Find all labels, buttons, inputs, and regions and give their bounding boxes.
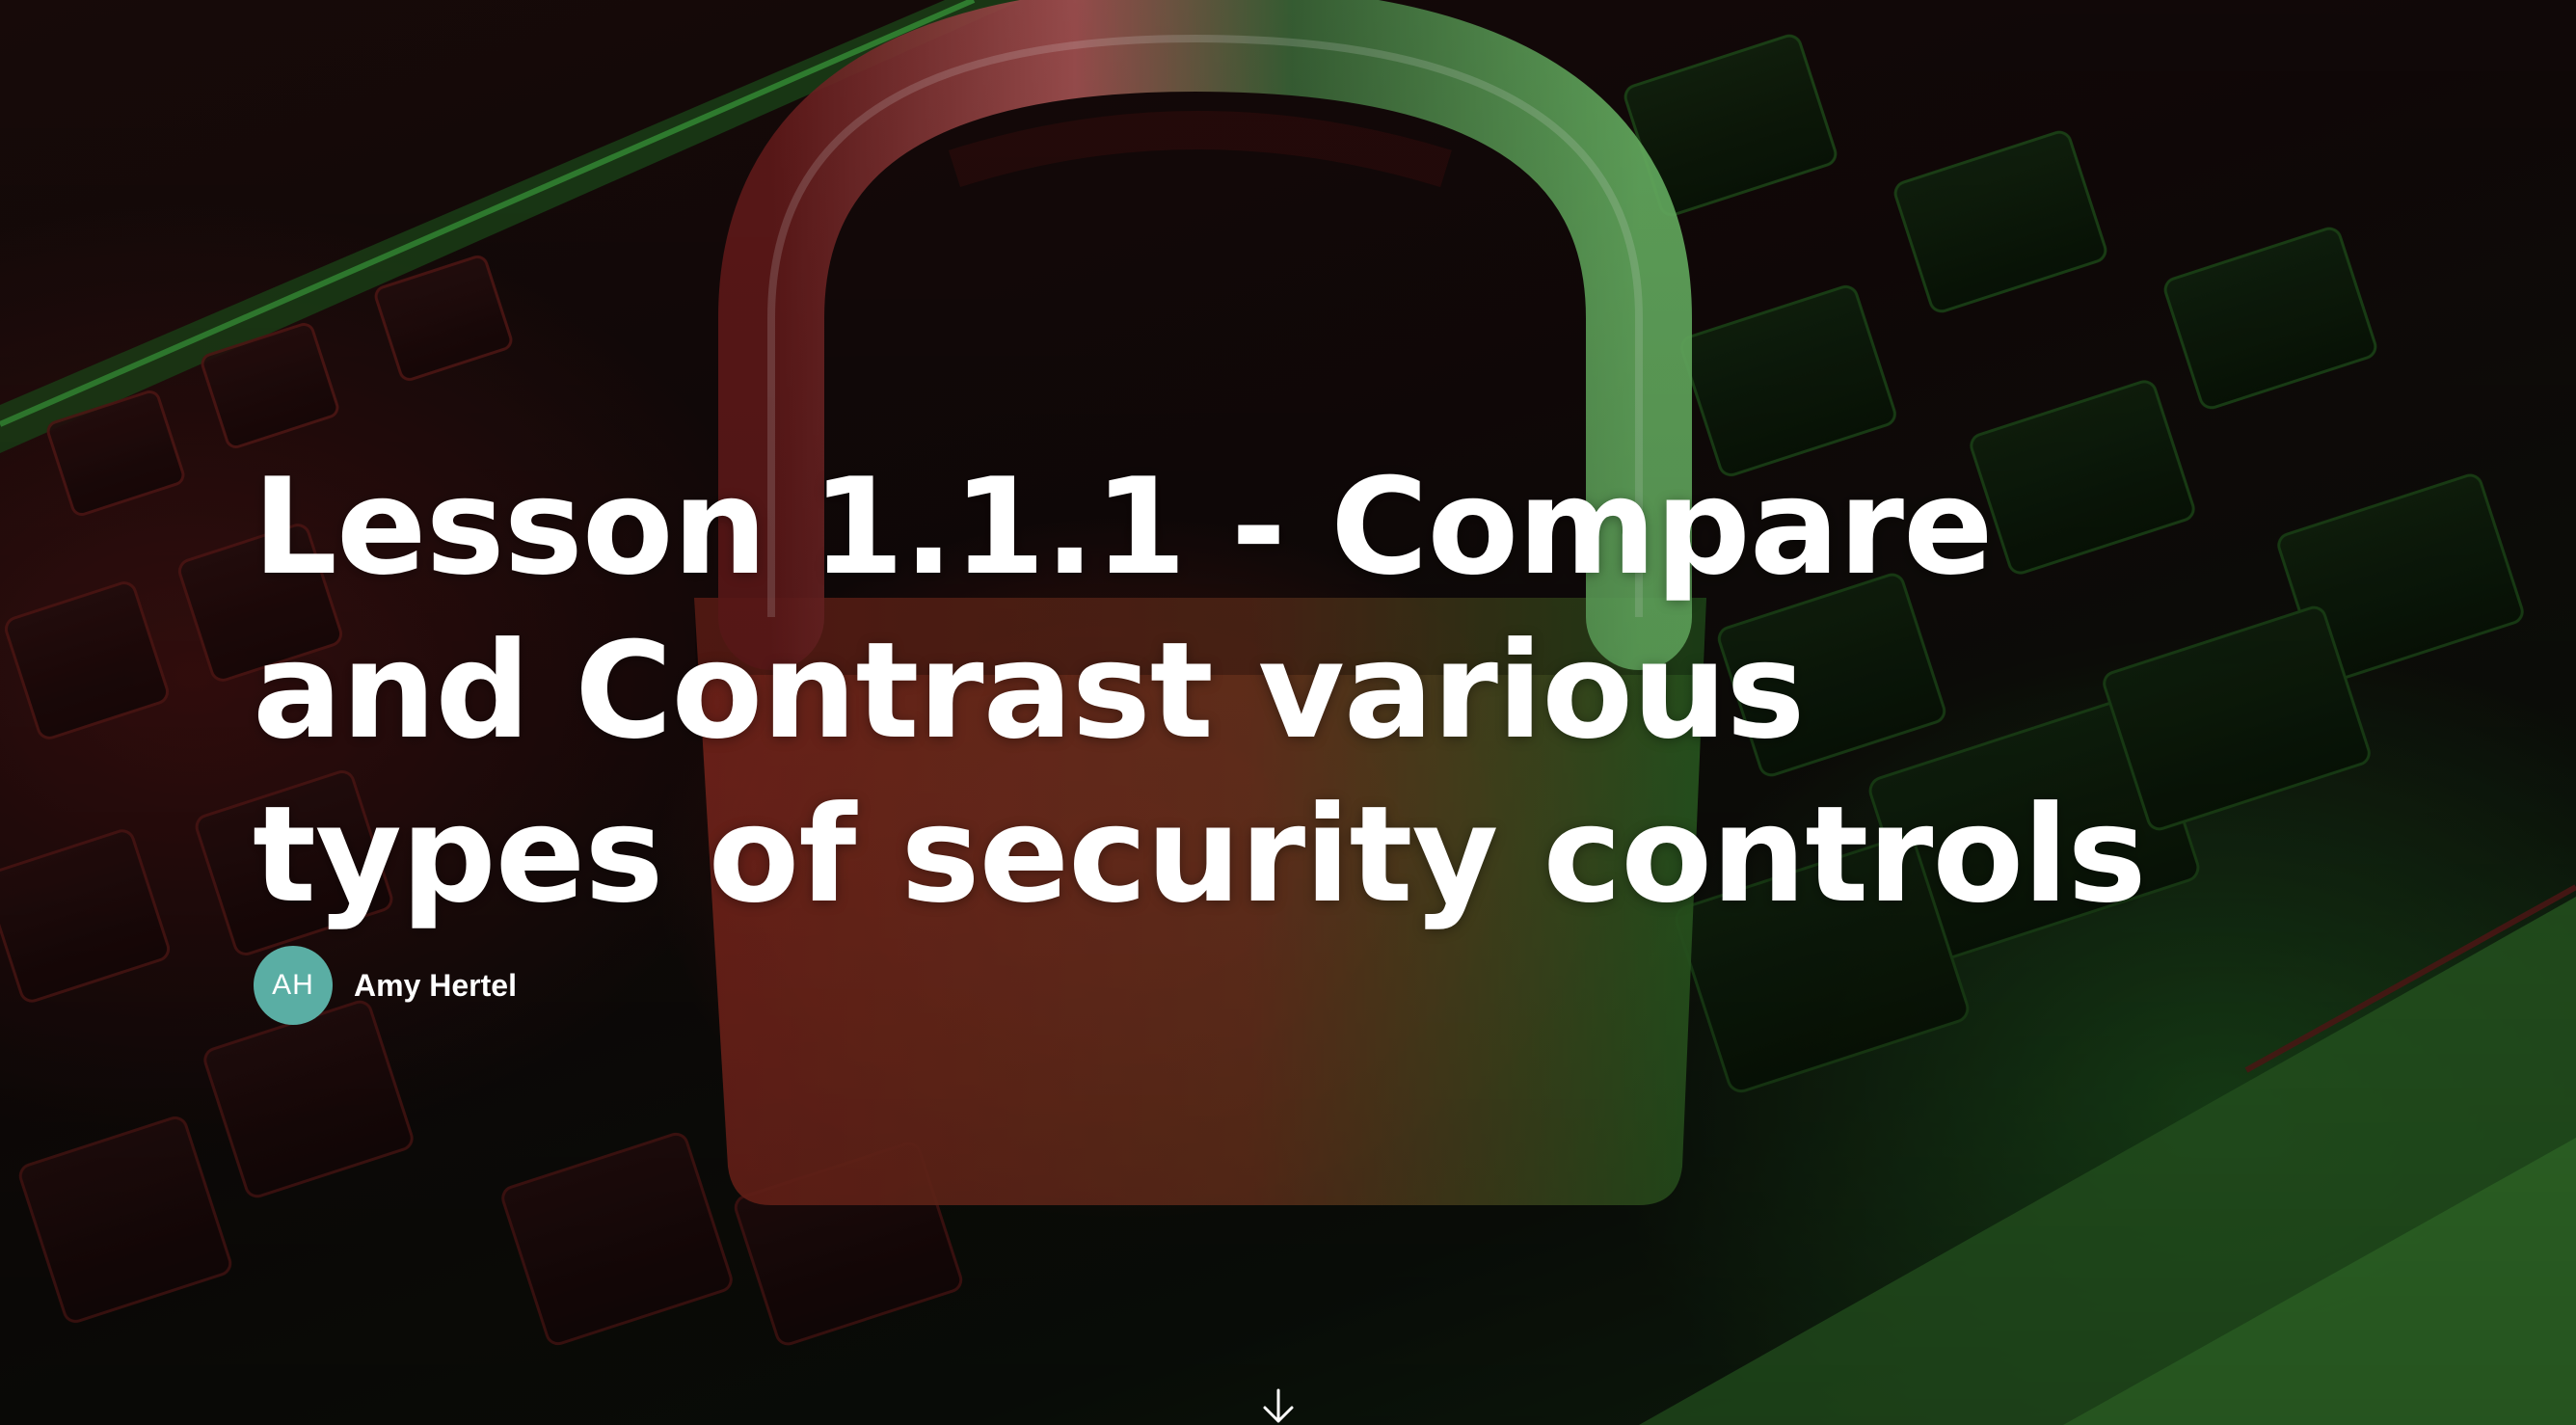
scroll-down-button[interactable] — [1259, 1386, 1298, 1425]
lesson-title: Lesson 1.1.1 - Compare and Contrast vari… — [253, 449, 2147, 932]
author-name: Amy Hertel — [354, 967, 517, 1003]
avatar: AH — [254, 946, 333, 1025]
hero-banner: Lesson 1.1.1 - Compare and Contrast vari… — [0, 0, 2576, 1425]
down-arrow-icon — [1263, 1388, 1294, 1423]
author-byline: AH Amy Hertel — [254, 946, 517, 1025]
